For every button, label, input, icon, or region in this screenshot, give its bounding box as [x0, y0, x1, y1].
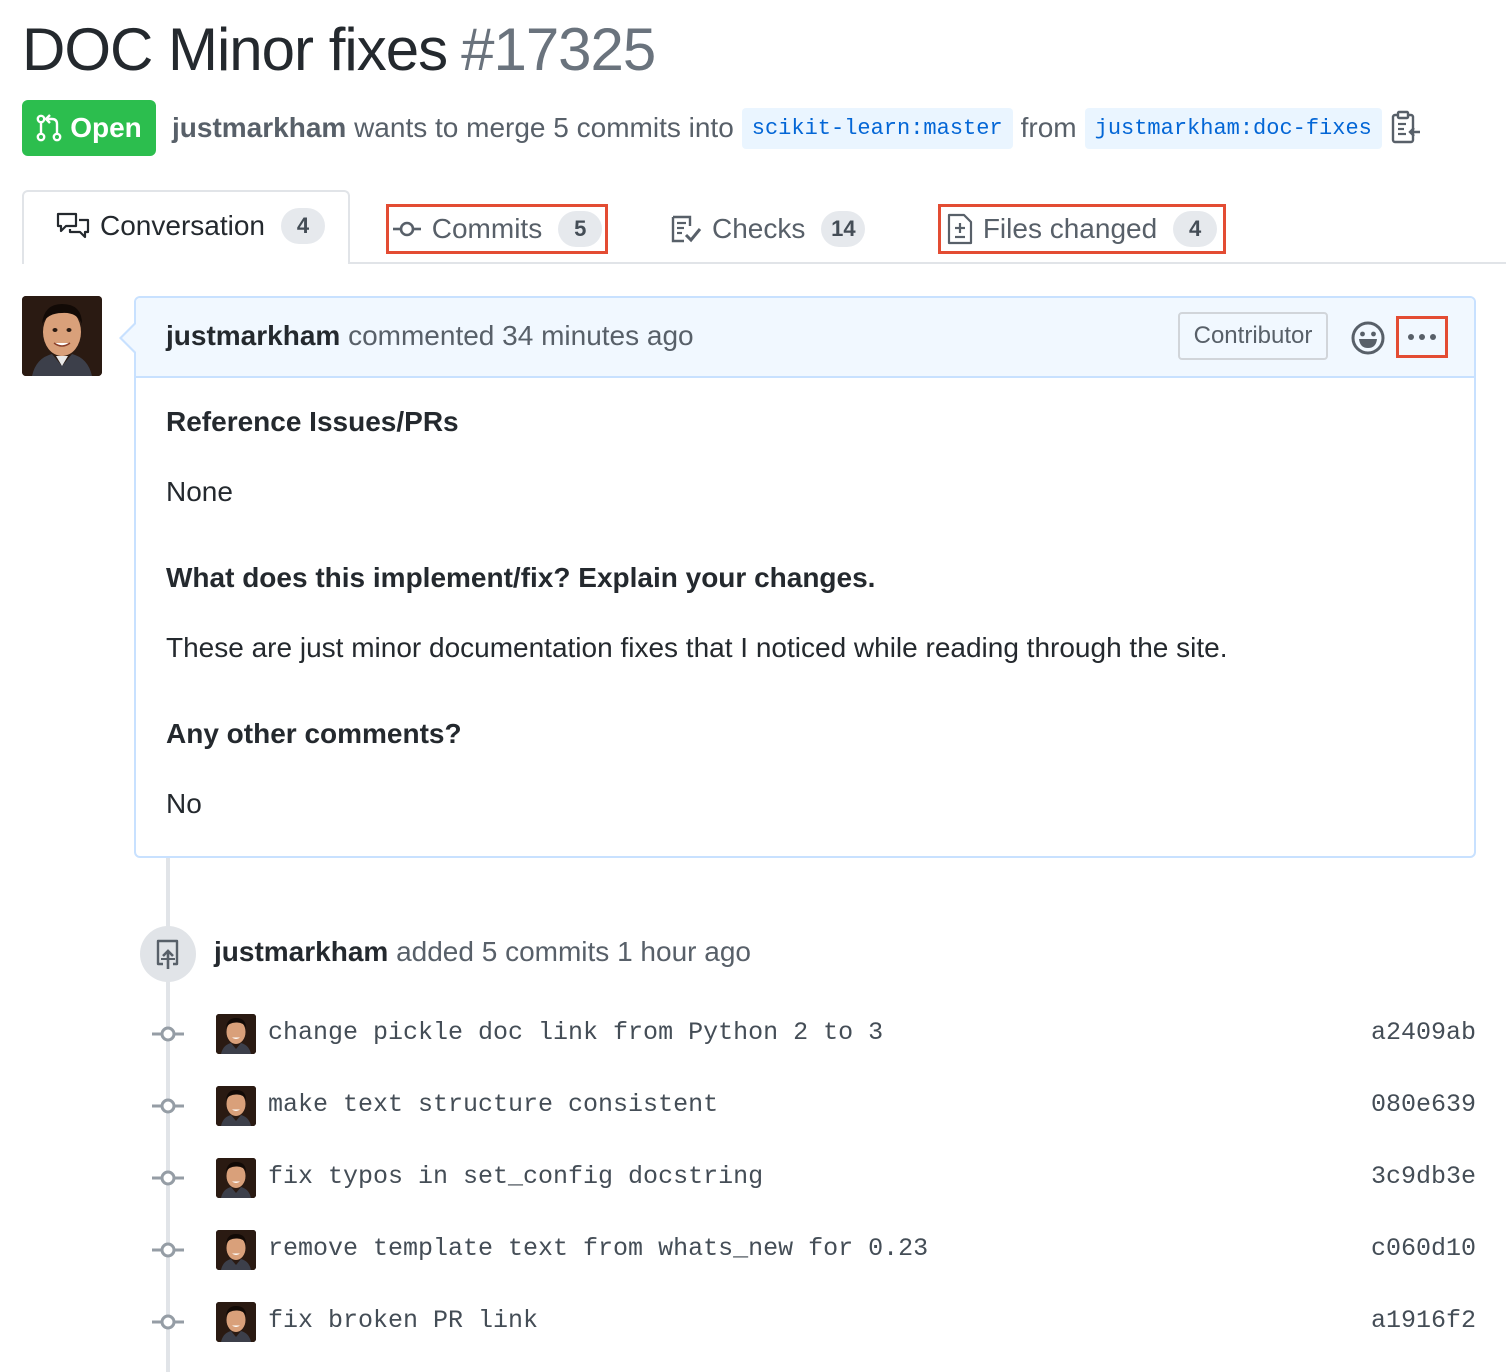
avatar[interactable]	[216, 1086, 256, 1126]
push-event-text: added 5 commits 1 hour ago	[396, 936, 751, 967]
comment-heading-other: Any other comments?	[166, 718, 462, 749]
avatar[interactable]	[216, 1230, 256, 1270]
commit-row: fix typos in set_config docstring 3c9db3…	[150, 1154, 1476, 1202]
comment-caret-fill	[122, 324, 136, 352]
tab-conversation[interactable]: Conversation 4	[22, 190, 350, 264]
state-badge: Open	[22, 100, 156, 156]
comment-paragraph-other: No	[166, 788, 202, 819]
head-branch[interactable]: justmarkham:doc-fixes	[1084, 107, 1382, 149]
push-author-link[interactable]: justmarkham	[214, 936, 388, 967]
git-commit-icon	[152, 1098, 184, 1114]
merge-text: wants to merge 5 commits into	[354, 112, 734, 143]
user-avatar-image	[22, 296, 102, 376]
state-label: Open	[70, 112, 142, 143]
comment-heading-reference: Reference Issues/PRs	[166, 406, 459, 437]
git-commit-icon	[152, 1170, 184, 1186]
tab-label: Checks	[712, 213, 806, 244]
commit-row: change pickle doc link from Python 2 to …	[150, 1010, 1476, 1058]
pr-title: DOC Minor fixes	[22, 16, 448, 83]
tab-label: Commits	[431, 213, 543, 244]
kebab-menu-icon[interactable]	[1396, 316, 1448, 358]
comment-paragraph-what: These are just minor documentation fixes…	[166, 632, 1228, 663]
file-diff-icon	[947, 213, 972, 245]
tab-label: Conversation	[100, 210, 265, 241]
tab-count: 5	[558, 211, 603, 247]
commit-message-link[interactable]: change pickle doc link from Python 2 to …	[268, 1018, 883, 1047]
pr-meta: justmarkham wants to merge 5 commits int…	[172, 104, 1390, 152]
tab-count: 14	[821, 211, 866, 247]
tab-label: Files changed	[982, 213, 1158, 244]
commit-row: fix broken PR link a1916f2	[150, 1298, 1476, 1346]
commit-sha-link[interactable]: c060d10	[1371, 1234, 1476, 1263]
git-pull-request-icon	[36, 114, 62, 142]
avatar[interactable]	[22, 296, 102, 376]
pr-number: #17325	[461, 16, 656, 83]
tab-count: 4	[1173, 211, 1218, 247]
tab-count: 4	[280, 208, 325, 244]
comment-timestamp[interactable]: commented 34 minutes ago	[348, 320, 694, 351]
commit-sha-link[interactable]: a2409ab	[1371, 1018, 1476, 1047]
commit-sha-link[interactable]: 3c9db3e	[1371, 1162, 1476, 1191]
tab-commits[interactable]: Commits 5	[386, 204, 608, 254]
commit-message-link[interactable]: remove template text from whats_new for …	[268, 1234, 928, 1263]
commit-message-link[interactable]: fix broken PR link	[268, 1306, 538, 1335]
comment-heading-what: What does this implement/fix? Explain yo…	[166, 562, 876, 593]
commit-sha-link[interactable]: a1916f2	[1371, 1306, 1476, 1335]
commit-message-link[interactable]: make text structure consistent	[268, 1090, 718, 1119]
push-event-badge	[140, 926, 196, 982]
clippy-copy-icon[interactable]	[1390, 110, 1422, 146]
tab-checks[interactable]: Checks 14	[670, 204, 866, 254]
commit-row: remove template text from whats_new for …	[150, 1226, 1476, 1274]
git-commit-icon	[152, 1242, 184, 1258]
comment-meta: justmarkham commented 34 minutes ago	[166, 316, 694, 356]
commit-message-link[interactable]: fix typos in set_config docstring	[268, 1162, 763, 1191]
commit-sha-link[interactable]: 080e639	[1371, 1090, 1476, 1119]
comment-paragraph-reference: None	[166, 476, 233, 507]
base-branch[interactable]: scikit-learn:master	[741, 107, 1013, 149]
comment-discussion-icon	[56, 212, 90, 239]
contributor-badge: Contributor	[1178, 312, 1328, 360]
from-text: from	[1020, 112, 1077, 143]
avatar[interactable]	[216, 1302, 256, 1342]
git-commit-icon	[152, 1026, 184, 1042]
commit-row: make text structure consistent 080e639	[150, 1082, 1476, 1130]
pr-author-link[interactable]: justmarkham	[172, 112, 346, 144]
avatar[interactable]	[216, 1158, 256, 1198]
push-event-meta: justmarkham added 5 commits 1 hour ago	[214, 932, 751, 972]
pr-title-row: DOC Minor fixes #17325	[22, 14, 656, 86]
checklist-icon	[671, 215, 702, 243]
git-commit-icon	[392, 221, 421, 237]
comment-author-link[interactable]: justmarkham	[166, 320, 340, 351]
tab-files-changed[interactable]: Files changed 4	[938, 204, 1226, 254]
smiley-reaction-icon[interactable]	[1348, 318, 1388, 358]
repo-push-icon	[156, 939, 179, 969]
git-commit-icon	[152, 1314, 184, 1330]
avatar[interactable]	[216, 1014, 256, 1054]
